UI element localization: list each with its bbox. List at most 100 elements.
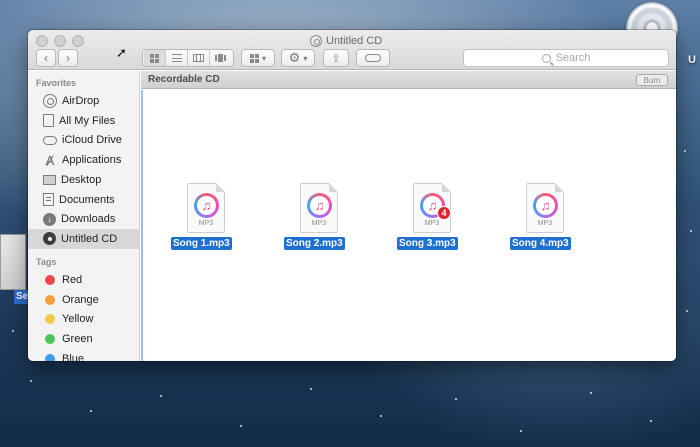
burn-button[interactable]: Burn [636, 74, 668, 86]
sidebar-item-label: Green [62, 333, 93, 346]
sidebar-item-label: All My Files [59, 114, 116, 127]
search-input[interactable]: Search [463, 49, 669, 67]
count-badge: 4 [437, 206, 451, 220]
action-button[interactable]: ⚙ ▾ [281, 49, 315, 67]
chevron-left-icon: ‹ [44, 51, 48, 65]
close-button[interactable] [36, 35, 48, 47]
share-icon: ⇪ [331, 52, 341, 65]
mp3-file-icon: ♫ 4 MP3 [413, 183, 451, 233]
sidebar: Favorites AirDrop All My Files iCloud Dr… [28, 71, 140, 361]
cover-flow-button[interactable] [210, 50, 232, 66]
forward-button[interactable]: › [58, 49, 78, 67]
sidebar-item-label: Downloads [61, 213, 116, 226]
cover-flow-icon [215, 54, 227, 62]
desktop-cd-label[interactable]: U [688, 54, 700, 68]
share-button[interactable]: ⇪ [323, 49, 349, 67]
documents-icon [43, 193, 54, 206]
desktop-file-label[interactable]: Se [14, 290, 28, 304]
sidebar-tag-green[interactable]: Green [28, 329, 139, 349]
cd-icon [310, 35, 322, 47]
chevron-down-icon: ▾ [303, 53, 308, 63]
cd-icon [43, 232, 56, 246]
sidebar-item-label: Documents [59, 193, 115, 206]
file-type-label: MP3 [424, 220, 440, 227]
file-item[interactable]: ♫ MP3 Song 4.mp3 [510, 183, 586, 253]
sidebar-item-label: Untitled CD [61, 232, 118, 245]
finder-window: Untitled CD ‹ › ➚ ▾ ⚙ ▾ ⇪ Search Favorit… [28, 30, 676, 361]
file-item[interactable]: ♫ MP3 Song 2.mp3 [284, 183, 360, 253]
file-item[interactable]: ♫ MP3 Song 1.mp3 [171, 183, 247, 253]
favorites-heading: Favorites [36, 78, 77, 88]
file-type-label: MP3 [311, 220, 327, 227]
chevron-down-icon: ▾ [261, 53, 266, 63]
window-title: Untitled CD [310, 33, 382, 49]
orange-tag-dot-icon [45, 294, 55, 305]
file-type-label: MP3 [198, 220, 214, 227]
sidebar-item-applications[interactable]: Ⱥ Applications [28, 150, 139, 170]
red-tag-dot-icon [45, 275, 55, 285]
downloads-icon: ↓ [43, 212, 56, 226]
search-icon [541, 53, 551, 63]
cloud-icon [43, 135, 57, 145]
sidebar-item-downloads[interactable]: ↓ Downloads [28, 209, 139, 229]
file-name[interactable]: Song 4.mp3 [510, 237, 571, 250]
arrange-button[interactable]: ▾ [241, 49, 275, 67]
grid-icon [150, 53, 159, 63]
file-item[interactable]: ♫ 4 MP3 Song 3.mp3 [397, 183, 473, 253]
mp3-file-icon: ♫ MP3 [300, 183, 338, 233]
sidebar-item-icloud-drive[interactable]: iCloud Drive [28, 130, 139, 150]
desktop-file-icon[interactable] [0, 234, 26, 290]
file-area[interactable]: ♫ MP3 Song 1.mp3 ♫ MP3 Song 2.mp3 ♫ 4 MP… [141, 90, 676, 361]
sidebar-item-label: Orange [62, 293, 99, 306]
back-button[interactable]: ‹ [36, 49, 56, 67]
icon-view-button[interactable] [144, 50, 166, 66]
sidebar-item-airdrop[interactable]: AirDrop [28, 91, 139, 111]
file-name[interactable]: Song 1.mp3 [171, 237, 232, 250]
mouse-pointer-icon: ➚ [116, 45, 127, 60]
window-title-label: Untitled CD [326, 35, 383, 47]
sidebar-item-label: AirDrop [62, 95, 100, 107]
green-tag-dot-icon [45, 334, 55, 345]
sidebar-tag-yellow[interactable]: Yellow [28, 309, 139, 329]
column-view-button[interactable] [188, 50, 210, 66]
sidebar-item-label: Red [62, 274, 83, 286]
title-bar[interactable]: Untitled CD ‹ › ➚ ▾ ⚙ ▾ ⇪ Search [28, 30, 676, 70]
airdrop-icon [43, 94, 57, 108]
all-files-icon [43, 114, 54, 128]
minimize-button[interactable] [54, 35, 66, 47]
blue-tag-dot-icon [45, 353, 55, 361]
music-note-icon: ♫ [533, 193, 558, 218]
file-type-label: MP3 [537, 220, 553, 227]
file-name[interactable]: Song 2.mp3 [284, 237, 345, 250]
columns-icon [193, 54, 204, 62]
sidebar-tag-blue[interactable]: Blue [28, 349, 139, 361]
chevron-right-icon: › [66, 51, 70, 65]
view-mode-control[interactable] [142, 49, 234, 67]
music-note-icon: ♫ [194, 193, 219, 218]
sidebar-item-desktop[interactable]: Desktop [28, 170, 139, 190]
path-bar: Recordable CD Burn [141, 71, 676, 89]
sidebar-tag-red[interactable]: Red [28, 270, 139, 290]
sidebar-item-untitled-cd[interactable]: Untitled CD [28, 228, 139, 249]
music-note-icon: ♫ [307, 193, 332, 218]
mp3-file-icon: ♫ MP3 [526, 183, 564, 233]
sidebar-item-label: iCloud Drive [62, 134, 122, 147]
tags-heading: Tags [36, 257, 57, 267]
zoom-button[interactable] [72, 35, 84, 47]
sidebar-item-documents[interactable]: Documents [28, 190, 139, 210]
search-placeholder: Search [555, 52, 591, 64]
gear-icon: ⚙ [288, 50, 301, 65]
mp3-file-icon: ♫ MP3 [187, 183, 225, 233]
arrange-grid-icon [249, 53, 259, 63]
yellow-tag-dot-icon [45, 314, 55, 325]
sidebar-item-label: Yellow [62, 313, 94, 326]
file-name[interactable]: Song 3.mp3 [397, 237, 458, 250]
sidebar-item-label: Blue [62, 352, 85, 361]
tags-button[interactable] [356, 49, 390, 67]
sidebar-tag-orange[interactable]: Orange [28, 290, 139, 310]
list-view-button[interactable] [166, 50, 188, 66]
applications-icon: Ⱥ [45, 152, 55, 168]
list-icon [171, 54, 182, 62]
path-bar-label: Recordable CD [148, 74, 220, 85]
sidebar-item-all-my-files[interactable]: All My Files [28, 111, 139, 131]
